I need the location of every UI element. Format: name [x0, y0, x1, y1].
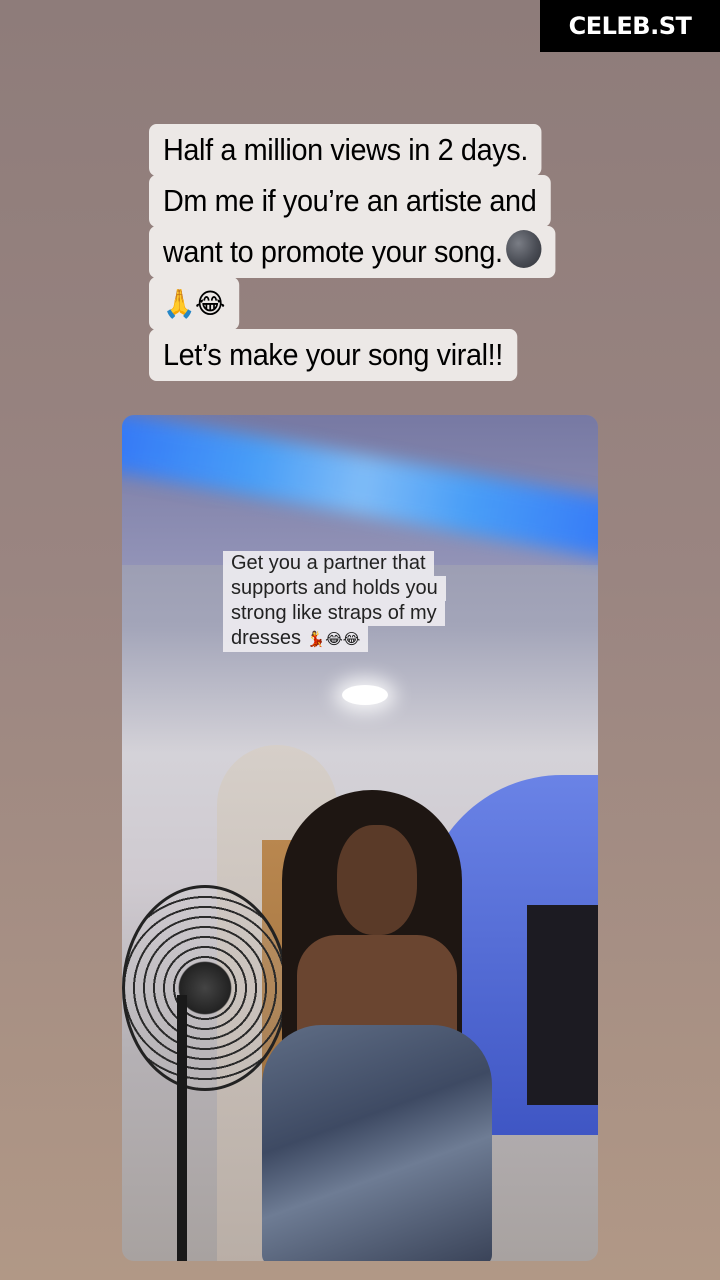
television — [527, 905, 598, 1105]
dress — [262, 1025, 492, 1261]
pray-laugh-emoji-icon: 🙏😂 — [162, 287, 226, 320]
new-moon-face-emoji-icon — [506, 230, 542, 268]
embedded-video[interactable]: Get you a partner that supports and hold… — [122, 415, 598, 1261]
story-caption: Half a million views in 2 days. Dm me if… — [149, 124, 586, 381]
person-face — [337, 825, 417, 935]
overlay-line: supports and holds you — [223, 576, 446, 601]
overlay-line: Get you a partner that — [223, 551, 434, 576]
overlay-line: strong like straps of my — [223, 601, 445, 626]
caption-line: want to promote your song. — [149, 226, 556, 278]
caption-line: Dm me if you’re an artiste and — [149, 175, 551, 227]
caption-line: Half a million views in 2 days. — [149, 124, 542, 176]
celebst-watermark: CELEB.ST — [540, 0, 720, 52]
caption-text: want to promote your song. — [162, 234, 503, 269]
video-text-overlay: Get you a partner that supports and hold… — [223, 551, 446, 652]
overlay-line: dresses 💃😂😂 — [223, 626, 369, 652]
fan-pole — [177, 995, 187, 1261]
ceiling-light — [342, 685, 388, 705]
dancer-laugh-emoji-icon: 💃😂😂 — [306, 630, 361, 648]
overlay-text: dresses — [231, 627, 302, 649]
caption-line: 🙏😂 — [149, 277, 240, 330]
caption-line: Let’s make your song viral!! — [149, 329, 517, 381]
standing-fan — [122, 885, 288, 1091]
